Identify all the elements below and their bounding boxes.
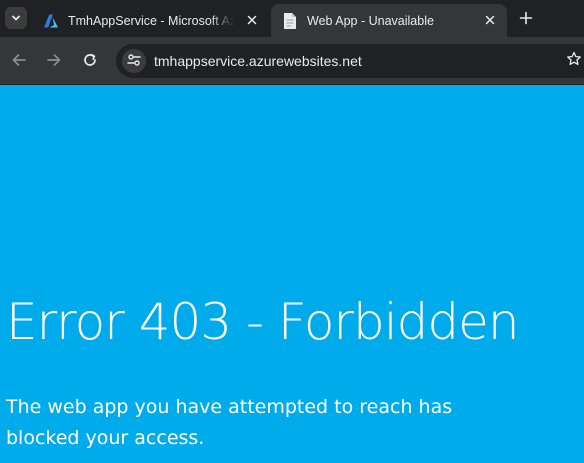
tab-web-app-unavailable[interactable]: Web App - Unavailable — [271, 4, 507, 37]
error-title: Error 403 - Forbidden — [6, 293, 520, 351]
star-icon — [566, 51, 582, 71]
bookmark-button[interactable] — [564, 51, 584, 71]
page-content: Error 403 - Forbidden The web app you ha… — [0, 86, 584, 463]
document-icon — [282, 12, 298, 33]
plus-icon — [519, 10, 533, 29]
close-icon[interactable] — [481, 11, 499, 29]
arrow-right-icon — [46, 52, 62, 72]
arrow-left-icon — [11, 52, 27, 72]
browser-toolbar: tmhappservice.azurewebsites.net — [0, 37, 584, 85]
tab-search-button[interactable] — [5, 7, 27, 29]
chevron-down-icon — [10, 9, 22, 28]
azure-icon — [43, 13, 59, 32]
tune-icon — [127, 52, 141, 71]
tab-title: TmhAppService - Microsoft Azure — [68, 13, 234, 28]
new-tab-button[interactable] — [515, 8, 537, 30]
url-text[interactable]: tmhappservice.azurewebsites.net — [154, 53, 362, 69]
error-message: The web app you have attempted to reach … — [6, 396, 453, 449]
close-icon[interactable] — [243, 11, 261, 29]
site-info-button[interactable] — [122, 49, 146, 73]
back-button[interactable] — [7, 50, 31, 74]
reload-button[interactable] — [78, 50, 102, 74]
address-bar[interactable]: tmhappservice.azurewebsites.net — [116, 44, 584, 78]
tab-title: Web App - Unavailable — [307, 13, 434, 28]
reload-icon — [82, 52, 98, 72]
tab-tmhappservice[interactable]: TmhAppService - Microsoft Azure — [34, 4, 267, 37]
forward-button[interactable] — [42, 50, 66, 74]
tab-strip: TmhAppService - Microsoft Azure Web App … — [0, 0, 584, 37]
